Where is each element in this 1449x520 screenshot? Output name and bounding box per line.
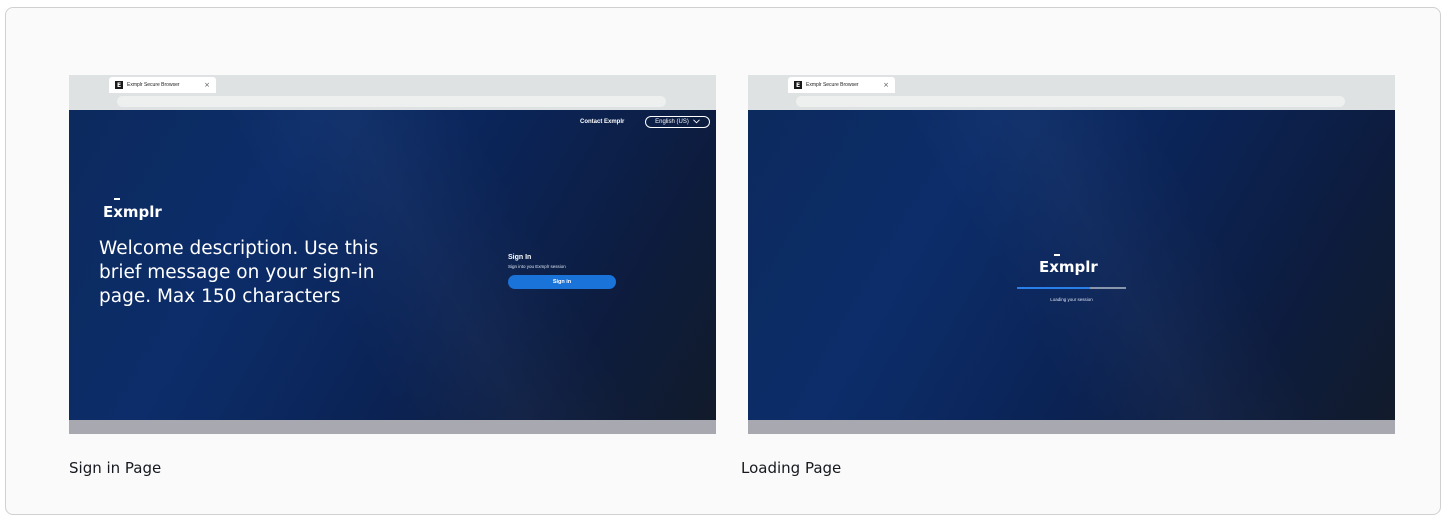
browser-status-bar <box>748 420 1395 434</box>
browser-tab[interactable]: E Exmplr Secure Browser × <box>109 77 216 93</box>
language-select[interactable]: English (US) <box>645 116 710 128</box>
exmplr-logo: Exmplr <box>1039 258 1098 276</box>
browser-toolbar: E Exmplr Secure Browser × <box>69 75 716 110</box>
sign-in-subtitle: Sign into you Exmplr session <box>508 264 566 269</box>
tab-title: Exmplr Secure Browser <box>806 82 859 88</box>
browser-status-bar <box>69 420 716 434</box>
progress-fill <box>1017 287 1091 289</box>
sign-in-button[interactable]: Sign in <box>508 275 616 289</box>
address-bar[interactable] <box>796 96 1345 107</box>
browser-toolbar: E Exmplr Secure Browser × <box>748 75 1395 110</box>
exmplr-logo: Exmplr <box>103 203 162 221</box>
tab-title: Exmplr Secure Browser <box>127 82 180 88</box>
loading-text: Loading your session <box>1050 297 1093 302</box>
close-icon[interactable]: × <box>883 80 889 90</box>
loading-progress-bar <box>1017 287 1126 289</box>
sign-in-page-preview: E Exmplr Secure Browser × Contact Exmplr… <box>69 75 716 434</box>
sign-in-title: Sign In <box>508 254 532 261</box>
chevron-down-icon <box>693 118 700 126</box>
sign-in-page-content: Contact Exmplr English (US) Exmplr Welco… <box>69 110 716 420</box>
loading-page-content: Exmplr Loading your session <box>748 110 1395 420</box>
logo-mark-icon <box>114 198 120 200</box>
preview-card: E Exmplr Secure Browser × Contact Exmplr… <box>5 7 1441 515</box>
exmplr-favicon-icon: E <box>115 81 123 89</box>
browser-tab[interactable]: E Exmplr Secure Browser × <box>788 77 895 93</box>
loading-page-caption: Loading Page <box>741 459 842 477</box>
language-value: English (US) <box>655 119 689 125</box>
loading-page-preview: E Exmplr Secure Browser × Exmplr Loading… <box>748 75 1395 434</box>
contact-link[interactable]: Contact Exmplr <box>580 119 624 125</box>
exmplr-favicon-icon: E <box>794 81 802 89</box>
address-bar[interactable] <box>117 96 666 107</box>
logo-mark-icon <box>1054 254 1060 256</box>
sign-in-page-caption: Sign in Page <box>69 459 162 477</box>
welcome-message: Welcome description. Use this brief mess… <box>99 238 379 307</box>
close-icon[interactable]: × <box>204 80 210 90</box>
